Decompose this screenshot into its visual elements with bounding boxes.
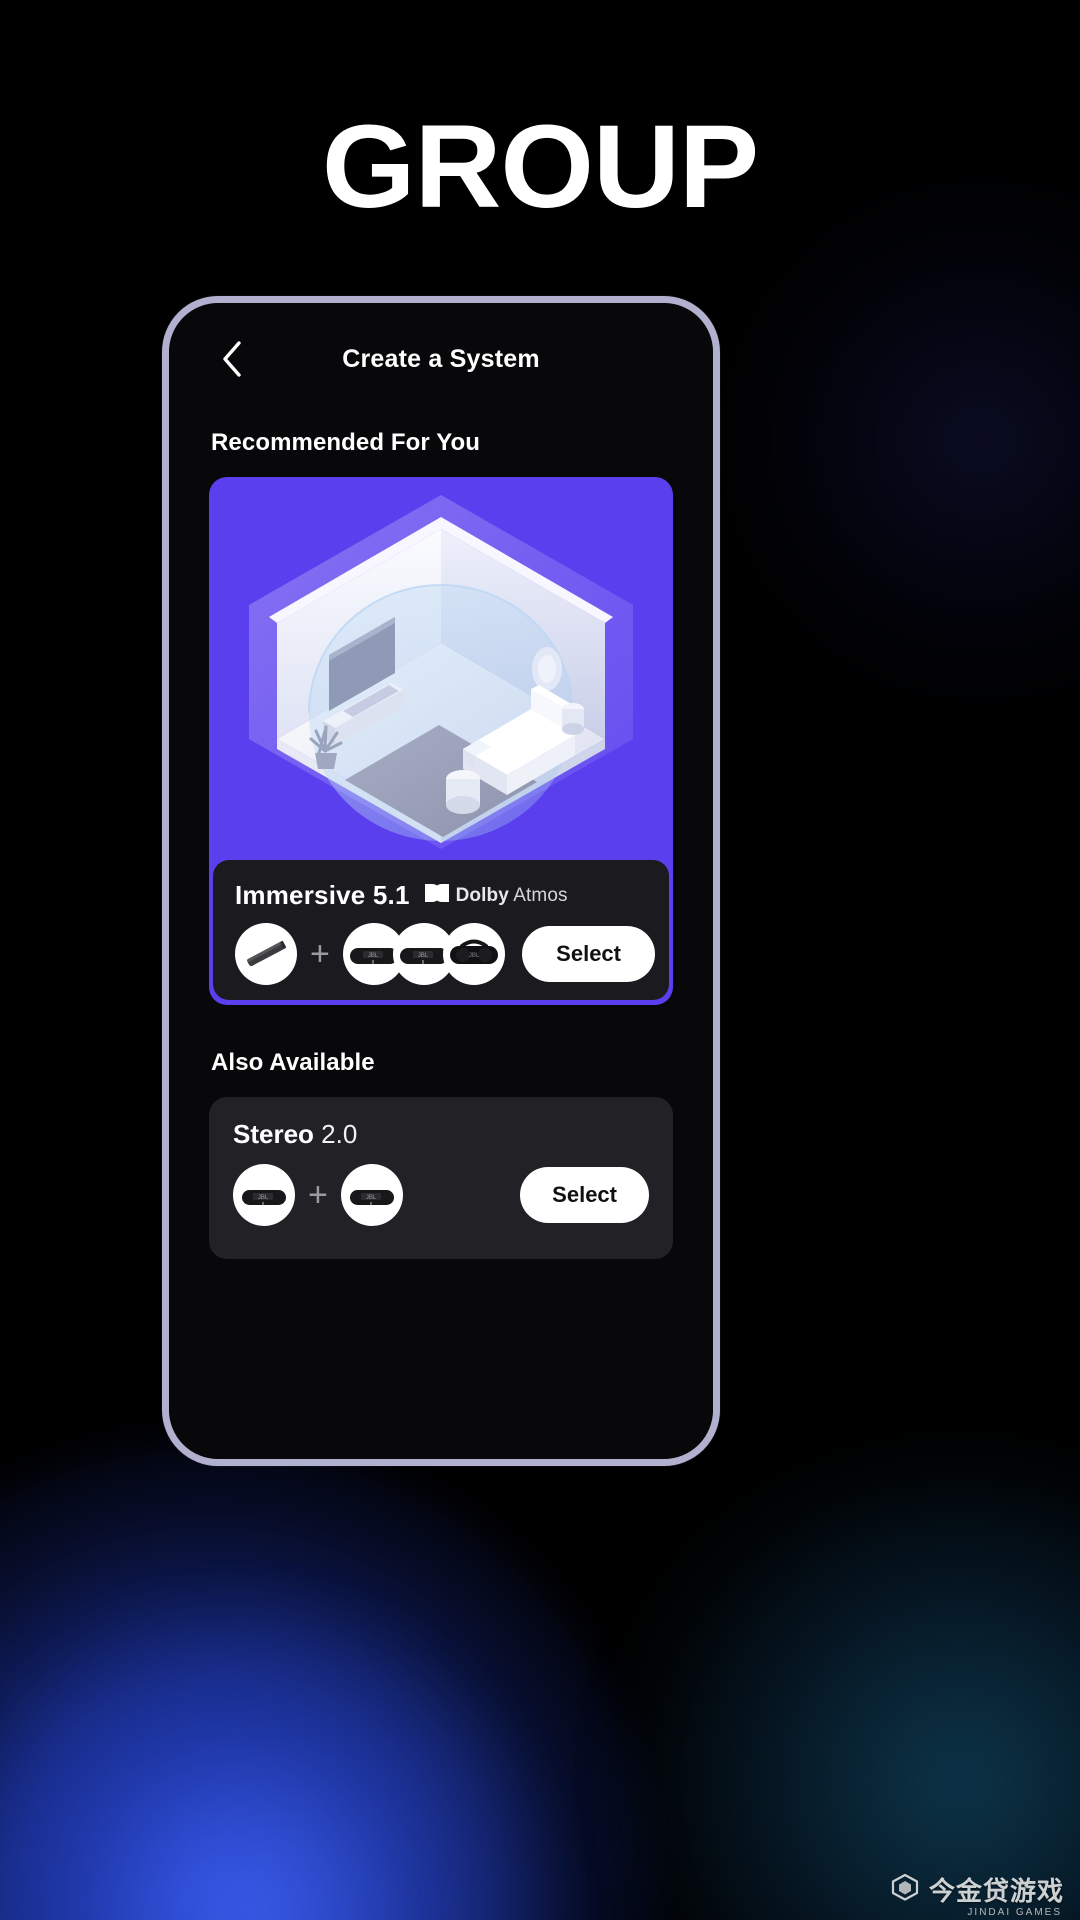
recommended-system-card[interactable]: Immersive 5.1 Dolby Atmos + JBL JBL JBL …: [209, 477, 673, 1005]
section-heading-recommended: Recommended For You: [211, 429, 481, 456]
svg-text:JBL: JBL: [258, 1195, 269, 1201]
isometric-living-room-illustration: [209, 477, 673, 867]
devices-plus-separator: +: [308, 1176, 328, 1214]
recommended-secondary-devices: JBL JBL JBL: [342, 923, 505, 985]
portable-speaker-thumbnail[interactable]: JBL: [340, 1164, 403, 1226]
phone-mockup: Create a System Recommended For You Imme…: [162, 296, 720, 1466]
background-glow-top-right: [720, 180, 1080, 700]
watermark-subtext: JINDAI GAMES: [967, 1907, 1062, 1918]
section-heading-also-available: Also Available: [211, 1049, 375, 1076]
watermark-logo-icon: [890, 1872, 920, 1907]
recommended-system-name: Immersive 5.1: [235, 880, 410, 910]
background-glow-blue-inner: [0, 1600, 560, 1920]
background-glow-teal: [610, 1470, 1080, 1920]
alternate-system-card[interactable]: Stereo 2.0 JBL + JBL Select: [209, 1097, 673, 1259]
svg-text:JBL: JBL: [418, 953, 429, 959]
watermark: 今金贷游戏: [890, 1871, 1064, 1908]
svg-text:JBL: JBL: [368, 953, 379, 959]
boombox-speaker-thumbnail[interactable]: JBL: [442, 923, 505, 985]
svg-text:JBL: JBL: [366, 1195, 377, 1201]
recommended-select-button[interactable]: Select: [522, 926, 655, 982]
svg-text:JBL: JBL: [469, 953, 480, 959]
dolby-double-d-icon: [423, 883, 451, 908]
recommended-primary-devices: [235, 923, 297, 985]
background-glow-blue: [0, 1440, 660, 1920]
page-root: GROUP Create a System Recommended For Yo…: [0, 0, 1080, 1920]
dolby-atmos-label: Dolby Atmos: [456, 885, 568, 907]
portable-speaker-thumbnail[interactable]: JBL: [233, 1164, 295, 1226]
alternate-name-bold: Stereo: [233, 1119, 314, 1149]
recommended-devices-row: + JBL JBL JBL Select: [235, 923, 655, 985]
recommended-system-panel: Immersive 5.1 Dolby Atmos + JBL JBL JBL …: [213, 860, 669, 1000]
alternate-name-light: 2.0: [321, 1119, 358, 1149]
phone-screen: Create a System Recommended For You Imme…: [169, 303, 713, 1459]
devices-plus-separator: +: [310, 935, 330, 973]
soundbar-thumbnail[interactable]: [235, 923, 297, 985]
alternate-select-button[interactable]: Select: [520, 1167, 649, 1223]
dolby-format: Atmos: [513, 884, 568, 906]
alternate-system-name: Stereo 2.0: [233, 1119, 649, 1150]
app-header: Create a System: [169, 303, 713, 415]
recommended-title-row: Immersive 5.1 Dolby Atmos: [235, 880, 647, 911]
watermark-text: 今金贷游戏: [928, 1876, 1064, 1906]
alternate-devices-row: JBL + JBL Select: [233, 1164, 649, 1226]
back-button[interactable]: [209, 336, 255, 382]
dolby-brand: Dolby: [455, 884, 509, 906]
dolby-atmos-badge: Dolby Atmos: [423, 883, 568, 908]
chevron-left-icon: [219, 339, 245, 379]
page-headline: GROUP: [321, 101, 759, 233]
